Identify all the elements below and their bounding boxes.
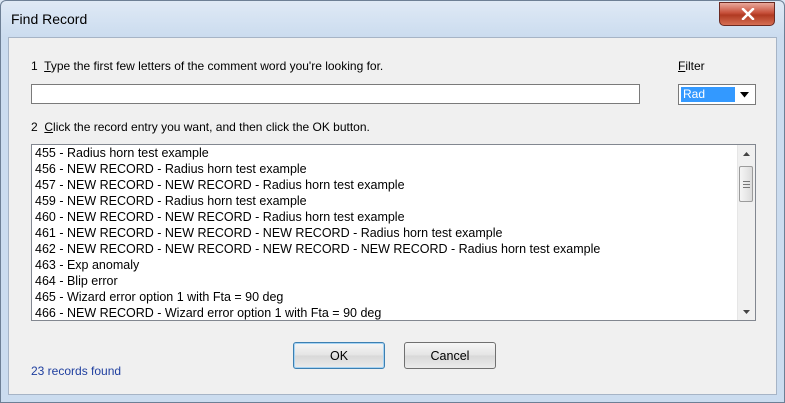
cancel-button[interactable]: Cancel [404,342,496,369]
list-item[interactable]: 462 - NEW RECORD - NEW RECORD - NEW RECO… [35,241,600,257]
scroll-up-button[interactable] [738,145,755,162]
list-item[interactable]: 466 - NEW RECORD - Wizard error option 1… [35,305,381,320]
arrow-up-icon [743,151,750,156]
filter-text: ilter [685,59,705,73]
scrollbar-thumb[interactable] [739,166,753,202]
records-found-status: 23 records found [31,364,122,378]
filter-selected-value: Rad [681,87,735,102]
list-item[interactable]: 460 - NEW RECORD - NEW RECORD - Radius h… [35,209,405,225]
close-button[interactable] [719,2,775,26]
find-record-dialog: Find Record 1 Type the first few letters… [0,0,785,403]
step1-label: 1 Type the first few letters of the comm… [31,59,383,73]
filter-select[interactable]: Rad [678,84,756,105]
step1-mnemonic: T [44,59,51,73]
list-item[interactable]: 465 - Wizard error option 1 with Fta = 9… [35,289,283,305]
list-item[interactable]: 455 - Radius horn test example [35,145,209,161]
list-item[interactable]: 459 - NEW RECORD - Radius horn test exam… [35,193,307,209]
chevron-down-icon[interactable] [736,87,753,102]
step2-mnemonic: C [44,120,54,134]
list-item[interactable]: 461 - NEW RECORD - NEW RECORD - NEW RECO… [35,225,502,241]
step1-number: 1 [31,59,38,73]
records-listbox[interactable]: 455 - Radius horn test example 456 - NEW… [31,144,756,321]
grip-line [743,187,750,188]
list-item[interactable]: 457 - NEW RECORD - NEW RECORD - Radius h… [35,177,405,193]
filter-label: Filter [678,59,705,73]
step2-label: 2 Click the record entry you want, and t… [31,120,370,134]
step2-text: lick the record entry you want, and then… [53,120,370,134]
step2-number: 2 [31,120,38,134]
close-icon [741,8,755,20]
grip-line [743,181,750,182]
scroll-down-button[interactable] [738,303,755,320]
records-list: 455 - Radius horn test example 456 - NEW… [32,145,737,320]
title-bar[interactable]: Find Record [1,1,784,37]
arrow-down-icon [743,309,750,314]
search-input[interactable] [31,84,640,104]
dialog-body: 1 Type the first few letters of the comm… [8,37,777,395]
ok-button[interactable]: OK [293,342,385,369]
grip-line [743,184,750,185]
vertical-scrollbar[interactable] [737,145,755,320]
list-item[interactable]: 463 - Exp anomaly [35,257,139,273]
window-title: Find Record [11,11,88,27]
list-item[interactable]: 456 - NEW RECORD - Radius horn test exam… [35,161,307,177]
step1-text: ype the first few letters of the comment… [50,59,384,73]
list-item[interactable]: 464 - Blip error [35,273,118,289]
